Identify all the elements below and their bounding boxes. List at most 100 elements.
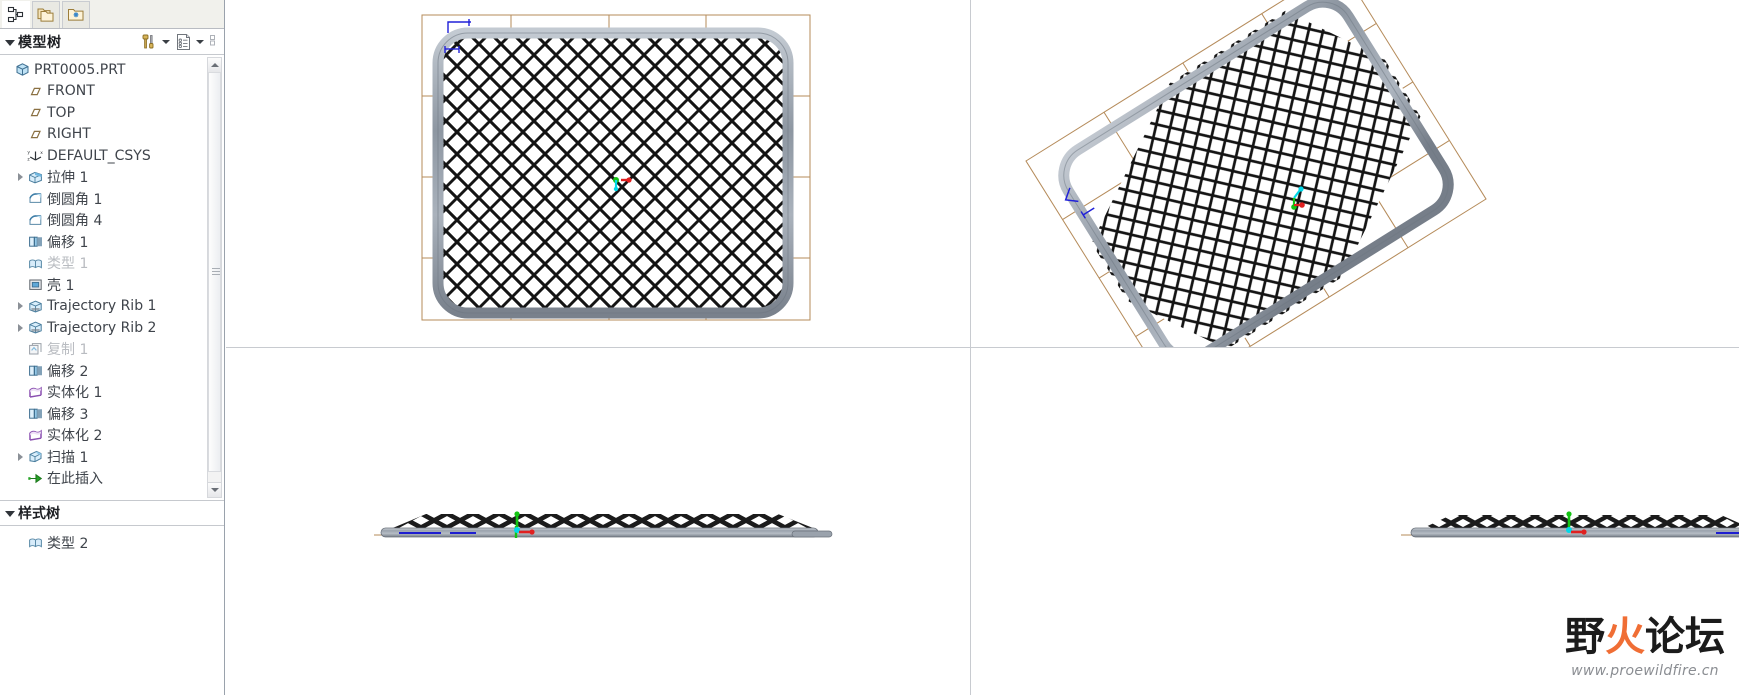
insert-here-icon bbox=[27, 471, 44, 486]
tree-item[interactable]: 偏移 2 bbox=[0, 360, 204, 382]
tree-item-label: 类型 2 bbox=[47, 535, 89, 552]
expand-arrow-icon[interactable] bbox=[15, 171, 27, 183]
tree-item[interactable]: Trajectory Rib 1 bbox=[0, 296, 204, 318]
tree-item[interactable]: RIGHT bbox=[0, 124, 204, 146]
tree-item-label: 在此插入 bbox=[47, 471, 103, 488]
sweep-icon bbox=[29, 451, 42, 463]
settings-chevron-down-icon[interactable] bbox=[196, 37, 205, 46]
svg-text:y: y bbox=[27, 151, 30, 156]
mesh-lattice-top bbox=[438, 33, 788, 313]
scroll-up-arrow-icon[interactable] bbox=[208, 58, 221, 73]
tree-item[interactable]: Trajectory Rib 2 bbox=[0, 317, 204, 339]
copy-icon bbox=[27, 342, 44, 357]
rib-icon bbox=[27, 320, 44, 335]
tree-item[interactable]: TOP bbox=[0, 102, 204, 124]
svg-text:z: z bbox=[27, 158, 30, 163]
scrollbar-thumb[interactable] bbox=[208, 72, 221, 472]
tree-item[interactable]: 壳 1 bbox=[0, 274, 204, 296]
part-icon bbox=[14, 62, 31, 77]
scroll-down-arrow-icon[interactable] bbox=[208, 482, 221, 497]
tree-item-label: Trajectory Rib 1 bbox=[47, 298, 157, 315]
offset-icon bbox=[27, 234, 44, 249]
folder-browser-tab[interactable] bbox=[32, 1, 60, 28]
tools-icon[interactable] bbox=[139, 33, 159, 51]
style-icon bbox=[29, 259, 42, 269]
folders-icon bbox=[37, 8, 54, 22]
shell-icon bbox=[27, 277, 44, 292]
settings-list-icon[interactable] bbox=[174, 33, 193, 51]
tree-item[interactable]: 拉伸 1 bbox=[0, 167, 204, 189]
sweep-icon bbox=[27, 449, 44, 464]
model-tree-scrollbar[interactable] bbox=[207, 57, 222, 498]
rib-icon bbox=[27, 299, 44, 314]
style-tree-list: 类型 2 bbox=[0, 526, 224, 554]
model-tree-list: PRT0005.PRT FRONT TOP RIGHT y z x DEFAUL… bbox=[0, 55, 204, 500]
tree-item[interactable]: 实体化 1 bbox=[0, 382, 204, 404]
cad-application-window: 模型树 PRT0005.PRT FRONT TOP RIGHT y z x DE… bbox=[0, 0, 1739, 695]
expand-arrow-icon[interactable] bbox=[15, 451, 27, 463]
column-icon[interactable] bbox=[208, 33, 220, 51]
expand-arrow-icon[interactable] bbox=[15, 300, 27, 312]
tree-item[interactable]: 类型 1 bbox=[0, 253, 204, 275]
tree-item-label: 壳 1 bbox=[47, 277, 75, 294]
viewport-quadrant-iso-view[interactable] bbox=[971, 0, 1739, 347]
tree-item[interactable]: FRONT bbox=[0, 81, 204, 103]
datum-plane-icon bbox=[30, 87, 41, 95]
tree-item[interactable]: 在此插入 bbox=[0, 468, 204, 490]
tools-chevron-down-icon[interactable] bbox=[162, 37, 171, 46]
tree-item-label: 偏移 1 bbox=[47, 234, 89, 251]
datum-plane-icon bbox=[27, 84, 44, 99]
tree-item[interactable]: 偏移 3 bbox=[0, 403, 204, 425]
round-icon bbox=[29, 214, 42, 225]
tree-item[interactable]: 复制 1 bbox=[0, 339, 204, 361]
folder-star-icon bbox=[68, 9, 84, 21]
watermark-url: www.proewildfire.cn bbox=[1571, 663, 1719, 679]
watermark-char-3: 论 bbox=[1645, 614, 1685, 660]
tree-item[interactable]: 倒圆角 4 bbox=[0, 210, 204, 232]
model-tree-title: 模型树 bbox=[18, 34, 62, 51]
tree-item[interactable]: 实体化 2 bbox=[0, 425, 204, 447]
frame-rail-left bbox=[380, 527, 819, 538]
tree-item-label: 实体化 1 bbox=[47, 385, 103, 402]
model-tree-tab[interactable] bbox=[2, 1, 30, 28]
style-tree-collapse-toggle[interactable] bbox=[4, 507, 16, 519]
round-icon bbox=[27, 191, 44, 206]
side-view-left-model bbox=[374, 511, 833, 538]
expand-arrow-icon[interactable] bbox=[15, 322, 27, 334]
model-tree-collapse-toggle[interactable] bbox=[4, 36, 16, 48]
offset-icon bbox=[29, 365, 42, 376]
viewport-quadrant-top-view[interactable] bbox=[226, 0, 970, 347]
favorites-tab[interactable] bbox=[62, 1, 90, 28]
forum-watermark: 野 火 论 坛 www.proewildfire.cn bbox=[1559, 611, 1731, 689]
watermark-char-2: 火 bbox=[1605, 614, 1645, 660]
graphics-viewport[interactable]: 野 火 论 坛 www.proewildfire.cn bbox=[226, 0, 1739, 695]
tree-item-label: 扫描 1 bbox=[47, 449, 89, 466]
datum-plane-icon bbox=[27, 105, 44, 120]
rib-icon bbox=[29, 300, 42, 313]
tree-item-label: 偏移 2 bbox=[47, 363, 89, 380]
watermark-char-4: 坛 bbox=[1685, 614, 1725, 660]
tree-item[interactable]: PRT0005.PRT bbox=[0, 59, 204, 81]
viewport-quadrant-side-view-left[interactable] bbox=[226, 348, 970, 695]
tree-item-label: 偏移 3 bbox=[47, 406, 89, 423]
tree-item[interactable]: y z x DEFAULT_CSYS bbox=[0, 145, 204, 167]
rib-icon bbox=[29, 321, 42, 334]
offset-icon bbox=[29, 236, 42, 247]
csys-icon: y z x bbox=[27, 151, 43, 163]
tree-item[interactable]: 偏移 1 bbox=[0, 231, 204, 253]
tree-item[interactable]: 倒圆角 1 bbox=[0, 188, 204, 210]
tree-item[interactable]: 类型 2 bbox=[0, 532, 224, 554]
style-tree-header: 样式树 bbox=[0, 500, 224, 526]
tree-item[interactable]: 扫描 1 bbox=[0, 446, 204, 468]
tree-item-label: 类型 1 bbox=[47, 256, 89, 273]
